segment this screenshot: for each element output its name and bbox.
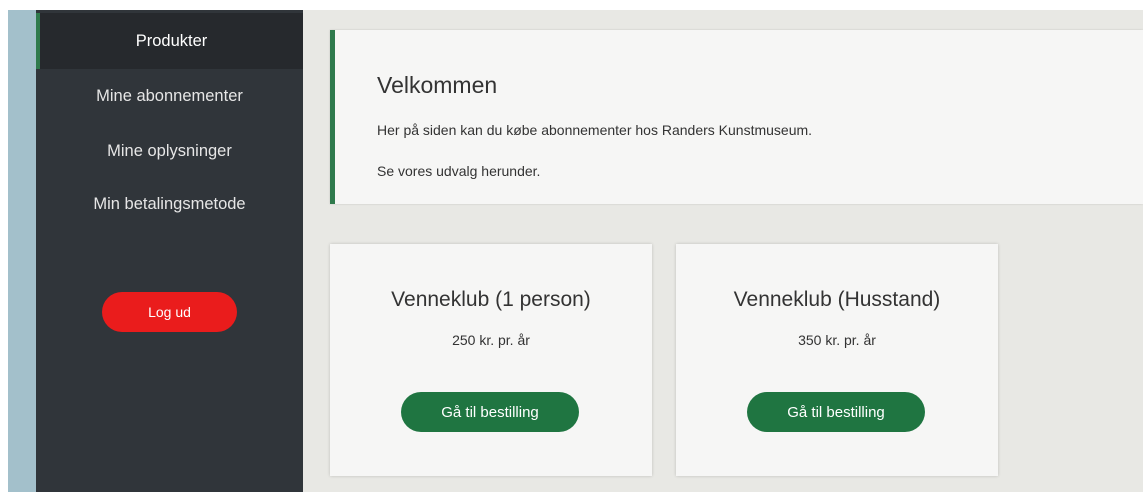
order-button[interactable]: Gå til bestilling xyxy=(401,392,579,432)
sidebar-item-label: Mine oplysninger xyxy=(107,141,232,160)
welcome-subtext: Se vores udvalg herunder. xyxy=(377,163,541,179)
sidebar-item-produkter[interactable]: Produkter xyxy=(36,13,303,69)
sidebar-item-mine-oplysninger[interactable]: Mine oplysninger xyxy=(36,123,303,179)
sidebar-item-mine-abonnementer[interactable]: Mine abonnementer xyxy=(36,68,303,124)
product-title: Venneklub (Husstand) xyxy=(733,288,941,311)
logout-button[interactable]: Log ud xyxy=(102,292,237,332)
product-title: Venneklub (1 person) xyxy=(391,288,591,311)
welcome-text: Her på siden kan du købe abonnementer ho… xyxy=(377,122,813,138)
page-title: Velkommen xyxy=(377,72,498,98)
left-edge-strip xyxy=(8,10,36,492)
product-price: 250 kr. pr. år xyxy=(452,332,530,348)
sidebar-item-label: Mine abonnementer xyxy=(96,86,243,105)
app-frame: Produkter Mine abonnementer Mine oplysni… xyxy=(8,10,1143,492)
product-price: 350 kr. pr. år xyxy=(798,332,876,348)
sidebar-item-label: Min betalingsmetode xyxy=(93,194,246,213)
sidebar-item-label: Produkter xyxy=(135,31,208,50)
product-card: Venneklub (Husstand) 350 kr. pr. år Gå t… xyxy=(676,244,998,476)
welcome-panel: Velkommen Her på siden kan du købe abonn… xyxy=(330,30,1143,204)
product-card: Venneklub (1 person) 250 kr. pr. år Gå t… xyxy=(330,244,652,476)
sidebar-item-min-betalingsmetode[interactable]: Min betalingsmetode xyxy=(36,176,303,232)
order-button[interactable]: Gå til bestilling xyxy=(747,392,925,432)
sidebar: Produkter Mine abonnementer Mine oplysni… xyxy=(36,10,303,492)
